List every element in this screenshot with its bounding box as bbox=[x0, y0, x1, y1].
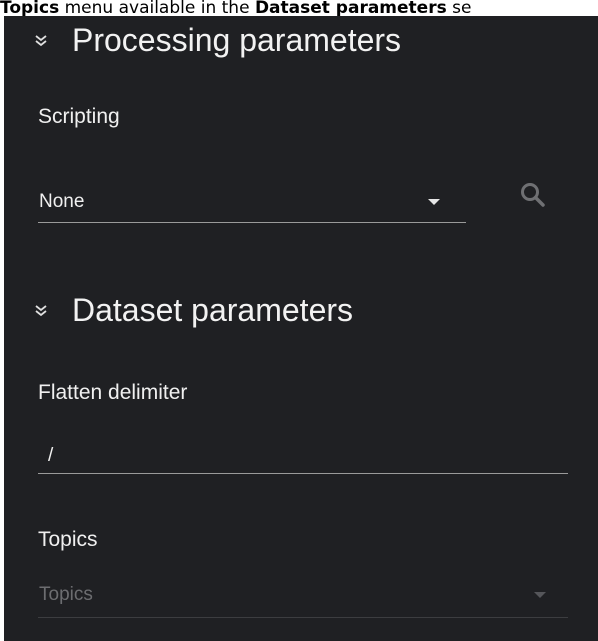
scripting-select-value: None bbox=[39, 191, 85, 212]
chevrons-down-icon bbox=[34, 304, 62, 318]
caret-down-icon bbox=[428, 199, 440, 205]
scripting-label: Scripting bbox=[38, 105, 120, 128]
search-icon bbox=[519, 181, 547, 214]
topics-select-placeholder: Topics bbox=[39, 584, 93, 605]
search-button[interactable] bbox=[512, 176, 554, 218]
chevrons-down-icon bbox=[34, 34, 62, 48]
scripting-select[interactable]: None bbox=[38, 182, 466, 223]
caption-text: menu available in the bbox=[59, 0, 255, 16]
dataset-parameters-title: Dataset parameters bbox=[72, 292, 354, 328]
topics-select[interactable]: Topics bbox=[38, 573, 568, 618]
processing-parameters-title: Processing parameters bbox=[72, 22, 402, 58]
processing-parameters-header[interactable]: Processing parameters bbox=[34, 22, 401, 59]
flatten-delimiter-label: Flatten delimiter bbox=[38, 381, 188, 404]
page-caption: Topics menu available in the Dataset par… bbox=[0, 0, 598, 16]
caption-text-tail: se bbox=[446, 0, 472, 16]
topics-label: Topics bbox=[38, 528, 98, 551]
caption-bold-dataset: Dataset parameters bbox=[254, 0, 447, 16]
flatten-delimiter-input[interactable] bbox=[38, 438, 568, 474]
dataset-parameters-header[interactable]: Dataset parameters bbox=[34, 292, 353, 329]
caret-down-icon bbox=[534, 592, 546, 598]
caption-bold-topics: Topics bbox=[0, 0, 60, 16]
